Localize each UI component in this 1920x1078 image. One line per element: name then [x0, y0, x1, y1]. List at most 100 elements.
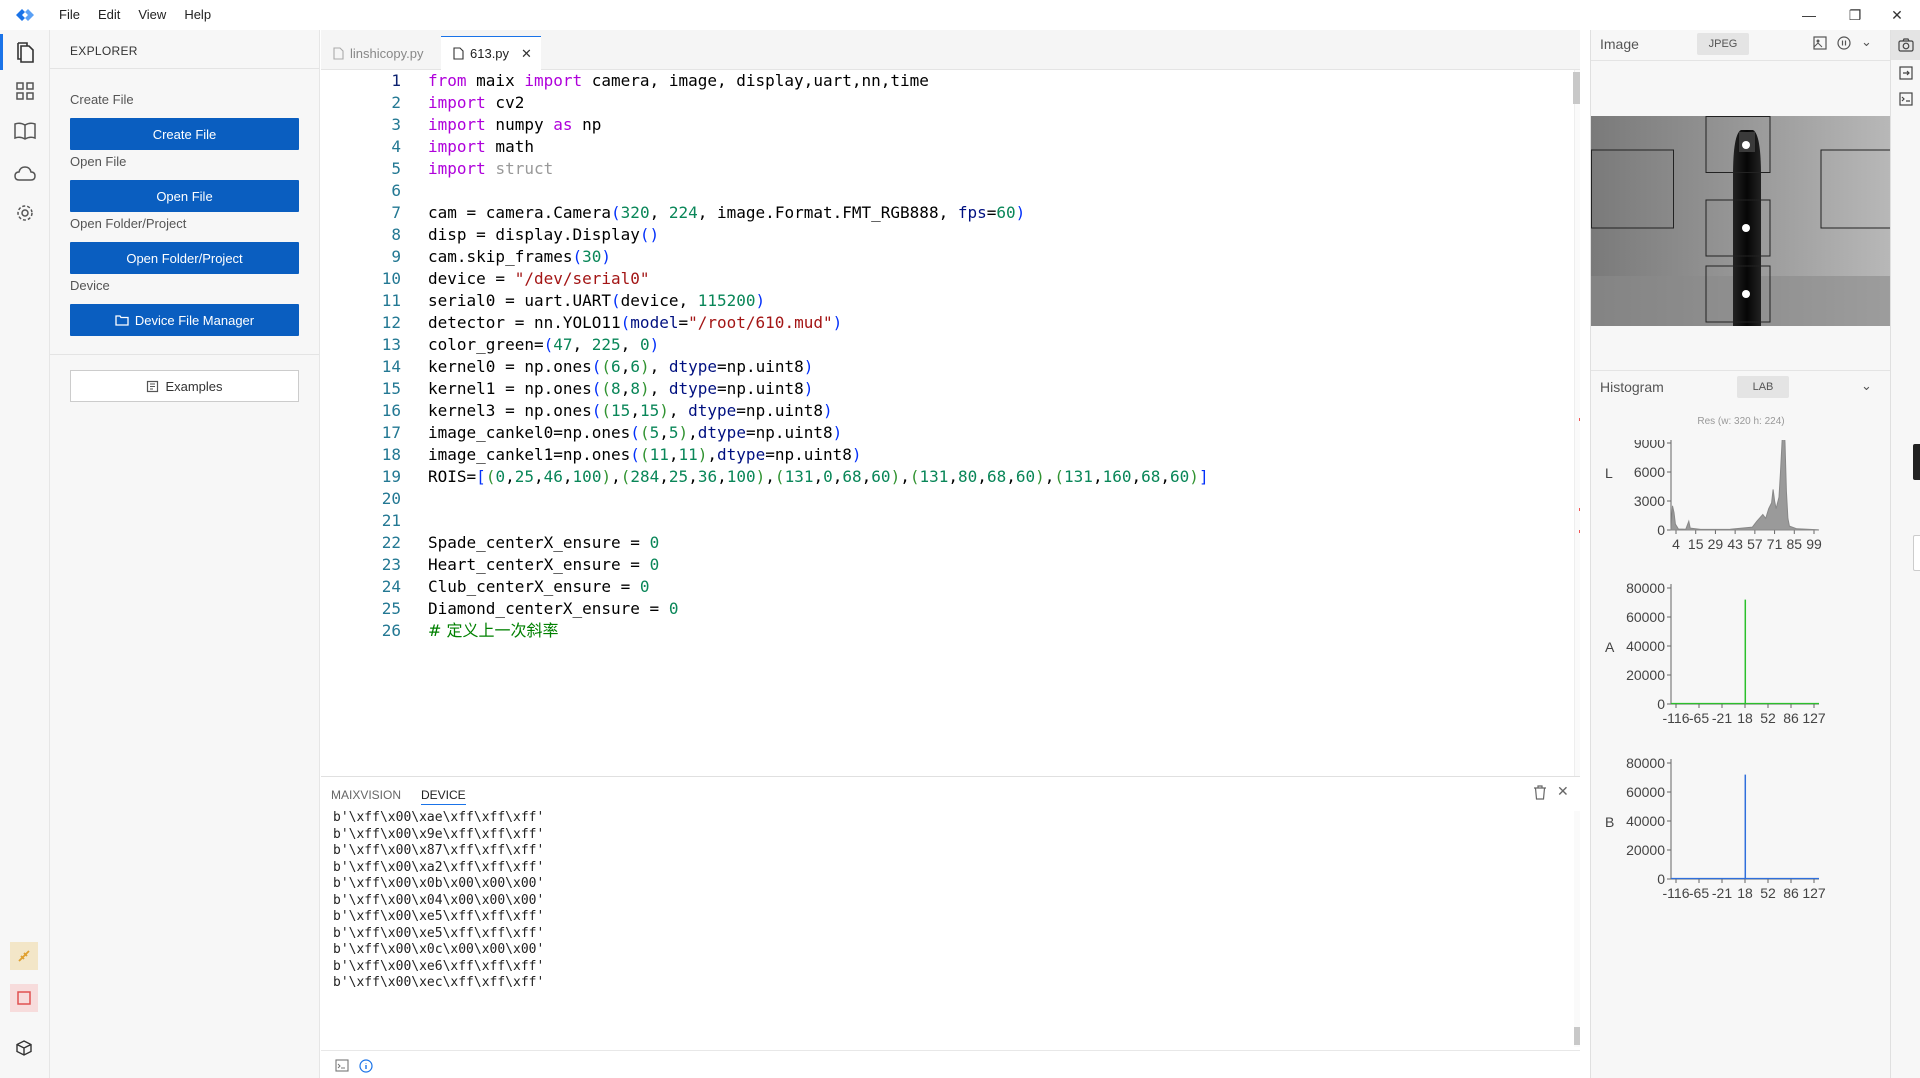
code-text: device = "/dev/serial0" — [428, 269, 650, 288]
examples-button[interactable]: Examples — [70, 370, 299, 402]
line-number: 12 — [381, 313, 401, 332]
code-text: Diamond_centerX_ensure = 0 — [428, 599, 679, 618]
tab-613[interactable]: 613.py ✕ — [441, 36, 541, 70]
device-file-manager-button[interactable]: Device File Manager — [70, 304, 299, 336]
save-image-icon[interactable] — [1813, 36, 1827, 55]
camera-icon[interactable] — [1898, 38, 1914, 57]
right-toolbar — [1890, 30, 1920, 1078]
x-tick-label: 18 — [1737, 885, 1753, 901]
create-file-button[interactable]: Create File — [70, 118, 299, 150]
open-folder-button[interactable]: Open Folder/Project — [70, 242, 299, 274]
x-tick-label: -65 — [1689, 710, 1709, 726]
restore-icon[interactable]: ❐ — [1832, 0, 1878, 30]
open-file-label: Open File — [70, 154, 127, 169]
open-folder-label: Open Folder/Project — [70, 216, 187, 231]
side-handle[interactable] — [1913, 444, 1920, 480]
x-tick-label: -116 — [1663, 710, 1690, 726]
tab-maixvision[interactable]: MAIXVISION — [331, 788, 401, 802]
device-label: Device — [70, 278, 110, 293]
line-number: 25 — [381, 599, 401, 618]
line-number: 1 — [391, 71, 401, 90]
line-number: 9 — [391, 247, 401, 266]
export-icon[interactable] — [1899, 66, 1913, 85]
active-indicator — [0, 34, 3, 70]
menu-help[interactable]: Help — [175, 0, 220, 30]
x-tick-label: 99 — [1806, 536, 1822, 552]
histogram-mode-badge[interactable]: LAB — [1737, 376, 1789, 398]
code-text: disp = display.Display() — [428, 225, 660, 244]
code-text: import numpy as np — [428, 115, 602, 134]
line-number: 19 — [381, 467, 401, 486]
x-tick-label: 52 — [1760, 885, 1776, 901]
code-text: cam.skip_frames(30) — [428, 247, 612, 266]
line-number: 5 — [391, 159, 401, 178]
terminal-scrollbar[interactable] — [1574, 811, 1580, 1047]
chevron-down-icon[interactable]: ⌄ — [1861, 378, 1872, 394]
x-tick-label: 57 — [1747, 536, 1763, 552]
code-text: Spade_centerX_ensure = 0 — [428, 533, 660, 552]
close-window-icon[interactable]: ✕ — [1874, 0, 1920, 30]
x-tick-label: 29 — [1708, 536, 1724, 552]
book-icon[interactable] — [12, 118, 38, 144]
menu-edit[interactable]: Edit — [89, 0, 129, 30]
stop-icon[interactable] — [10, 984, 38, 1012]
image-format-badge[interactable]: JPEG — [1697, 33, 1749, 55]
tab-device[interactable]: DEVICE — [421, 788, 466, 805]
settings-gear-icon[interactable] — [12, 200, 38, 226]
x-tick-label: -65 — [1689, 885, 1709, 901]
line-number: 18 — [381, 445, 401, 464]
code-editor[interactable]: 1 from maix import camera, image, display… — [321, 70, 1580, 776]
y-tick-label: 9000 — [1634, 440, 1665, 451]
tab-linshicopy[interactable]: linshicopy.py — [321, 36, 441, 70]
editor-scrollbar[interactable] — [1574, 70, 1580, 776]
output-icon[interactable] — [1899, 92, 1913, 111]
terminal-scroll-thumb[interactable] — [1574, 1027, 1580, 1045]
side-handle-2[interactable] — [1913, 535, 1920, 571]
line-number: 22 — [381, 533, 401, 552]
device-file-manager-label: Device File Manager — [134, 312, 255, 328]
y-tick-label: 20000 — [1626, 667, 1665, 683]
terminal-line: b'\xff\x00\x04\x00\x00\x00' — [333, 892, 545, 908]
files-icon[interactable] — [12, 40, 38, 66]
package-icon[interactable] — [14, 1038, 34, 1058]
line-number: 11 — [381, 291, 401, 310]
y-axis-label: A — [1605, 639, 1615, 655]
terminal-panel: MAIXVISION DEVICE ✕ b'\xff\x00\xae\xff\x… — [321, 776, 1580, 1078]
x-tick-label: 86 — [1783, 710, 1799, 726]
chevron-down-icon[interactable]: ⌄ — [1861, 34, 1872, 50]
x-tick-label: 127 — [1802, 710, 1826, 726]
code-text: from maix import camera, image, display,… — [428, 71, 929, 90]
code-text: cam = camera.Camera(320, 224, image.Form… — [428, 203, 1026, 222]
menu-file[interactable]: File — [50, 0, 89, 30]
histogram-resolution: Res (w: 320 h: 224) — [1697, 416, 1785, 427]
error-marker — [1579, 418, 1580, 421]
activity-bar — [0, 30, 50, 1078]
info-icon[interactable] — [359, 1059, 373, 1078]
preview-panel: Image JPEG ⌄ Histogram LAB ⌄ Res (w: 320… — [1590, 30, 1892, 1078]
close-panel-icon[interactable]: ✕ — [1557, 783, 1569, 800]
editor-scroll-thumb[interactable] — [1573, 72, 1580, 104]
cloud-icon[interactable] — [12, 160, 38, 186]
terminal-icon[interactable] — [335, 1059, 349, 1077]
code-text: image_cankel1=np.ones((11,11),dtype=np.u… — [428, 445, 862, 464]
trash-icon[interactable] — [1533, 785, 1549, 801]
code-text: import cv2 — [428, 93, 525, 112]
y-axis-label: B — [1605, 814, 1614, 830]
y-tick-label: 40000 — [1626, 813, 1665, 829]
pause-icon[interactable] — [1837, 36, 1851, 55]
line-number: 21 — [381, 511, 401, 530]
open-file-button[interactable]: Open File — [70, 180, 299, 212]
connect-icon[interactable] — [10, 942, 38, 970]
minimize-icon[interactable]: — — [1786, 0, 1832, 30]
histogram-panel-title: Histogram — [1600, 379, 1664, 395]
image-panel-title: Image — [1600, 36, 1639, 52]
file-icon — [333, 46, 344, 60]
close-tab-icon[interactable]: ✕ — [521, 46, 532, 62]
create-file-label: Create File — [70, 92, 134, 107]
menu-view[interactable]: View — [129, 0, 175, 30]
extensions-icon[interactable] — [12, 78, 38, 104]
code-text: Club_centerX_ensure = 0 — [428, 577, 650, 596]
code-text: image_cankel0=np.ones((5,5),dtype=np.uin… — [428, 423, 843, 442]
line-number: 8 — [391, 225, 401, 244]
line-number: 4 — [391, 137, 401, 156]
